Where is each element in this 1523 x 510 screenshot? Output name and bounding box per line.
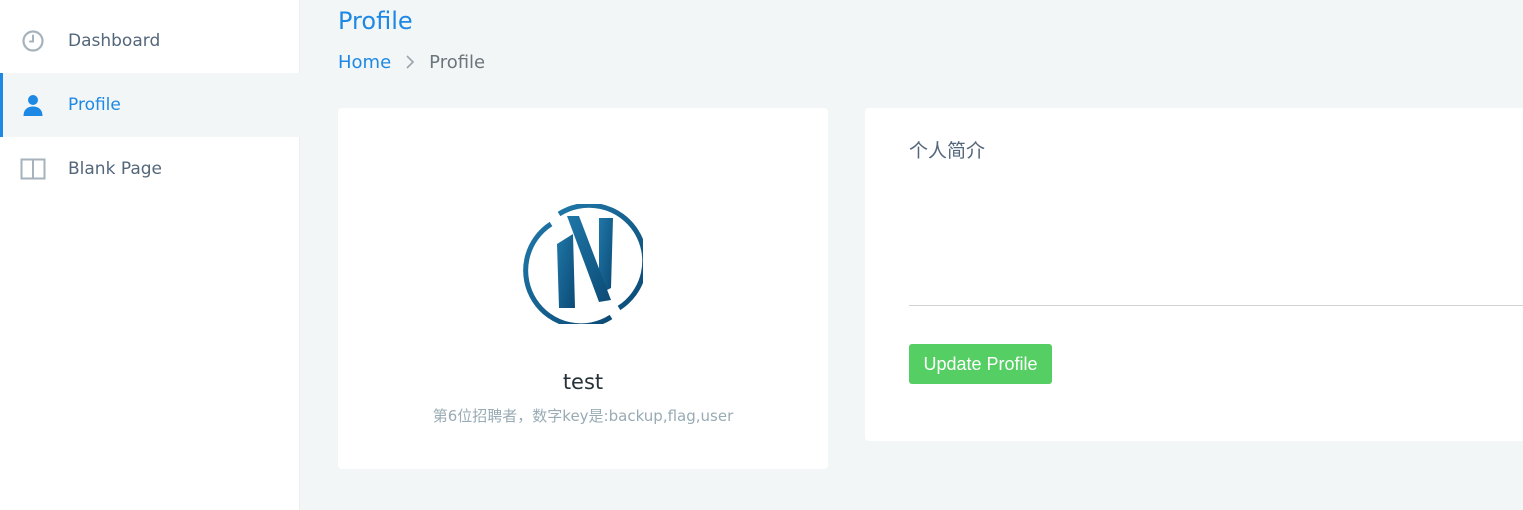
sidebar-item-label: Profile xyxy=(68,95,121,115)
sidebar-item-dashboard[interactable]: Dashboard xyxy=(0,9,300,73)
bio-label: 个人简介 xyxy=(909,140,986,162)
breadcrumb-home-link[interactable]: Home xyxy=(338,52,391,73)
sidebar-item-label: Dashboard xyxy=(68,31,161,51)
update-profile-button[interactable]: Update Profile xyxy=(909,344,1052,384)
breadcrumb-current: Profile xyxy=(429,51,486,73)
user-icon xyxy=(20,93,46,117)
sidebar-item-label: Blank Page xyxy=(68,159,162,179)
sidebar-item-profile[interactable]: Profile xyxy=(0,73,300,137)
profile-subtitle: 第6位招聘者，数字key是:backup,flag,user xyxy=(432,407,734,425)
columns-icon xyxy=(20,157,46,181)
sidebar-item-blank-page[interactable]: Blank Page xyxy=(0,137,300,201)
n-circle-logo xyxy=(523,202,648,329)
clock-icon xyxy=(20,29,46,53)
profile-username: test xyxy=(562,370,604,394)
page-title: Profile xyxy=(338,7,413,35)
chevron-right-icon xyxy=(405,54,415,70)
profile-form-card: 个人简介 Update Profile xyxy=(865,108,1523,441)
sidebar: Dashboard Profile Blank Page xyxy=(0,0,300,510)
breadcrumb: Home Profile xyxy=(338,48,485,76)
bio-textarea[interactable] xyxy=(909,178,1523,306)
profile-card: test 第6位招聘者，数字key是:backup,flag,user xyxy=(338,108,828,469)
